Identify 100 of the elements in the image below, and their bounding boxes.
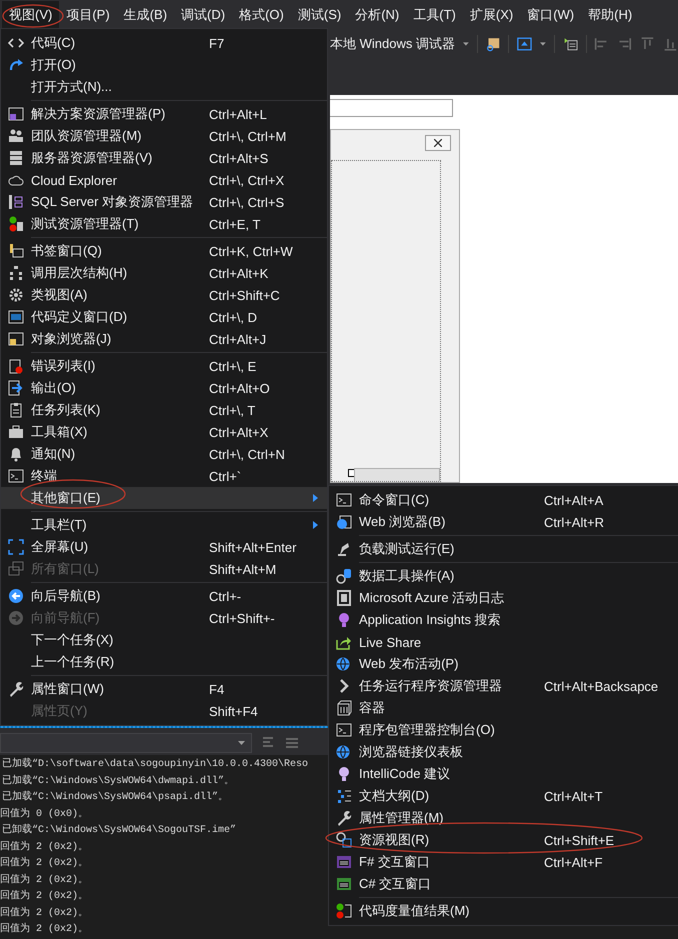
menu-item[interactable]: 代码(C) F7 — [1, 32, 327, 54]
menu-item[interactable]: 打开(O) — [1, 54, 327, 76]
menu-item[interactable]: Microsoft Azure 活动日志 — [329, 587, 678, 609]
output-line: 回值为 2 (0x2)。 — [0, 840, 88, 855]
menu-item[interactable]: 工具箱(X) Ctrl+Alt+X — [1, 421, 327, 443]
menu-bar-item[interactable]: 分析(N) — [348, 0, 406, 29]
menu-bar-item[interactable]: 工具(T) — [406, 0, 463, 29]
menu-item[interactable]: Cloud Explorer Ctrl+\, Ctrl+X — [1, 169, 327, 191]
menu-item[interactable]: 命令窗口(C) Ctrl+Alt+A — [329, 489, 678, 511]
fullscreen-icon — [8, 539, 24, 555]
wrench-icon — [336, 810, 352, 826]
output-arrow-icon — [8, 380, 24, 396]
terminal-icon — [336, 492, 352, 508]
menu-item[interactable]: IntelliCode 建议 — [329, 763, 678, 785]
redo-arrow-icon — [8, 57, 24, 73]
globe-icon — [336, 744, 352, 760]
terminal-icon — [8, 468, 24, 484]
close-button[interactable] — [425, 134, 451, 151]
annotation-ellipse — [2, 4, 64, 28]
menu-item[interactable]: F# 交互窗口 Ctrl+Alt+F — [329, 851, 678, 873]
menu-item[interactable]: Web 浏览器(B) Ctrl+Alt+R — [329, 511, 678, 533]
csharp-window-icon — [336, 876, 352, 892]
output-line: 已卸载“C:\Windows\SysWOW64\SogouTSF.ime” — [1, 823, 236, 838]
menu-item[interactable]: 打开方式(N)... — [1, 76, 327, 98]
stacked-windows-icon — [8, 561, 24, 577]
server-icon — [8, 150, 24, 166]
menu-bar-item[interactable]: 格式(O) — [232, 0, 291, 29]
menu-item[interactable]: 代码定义窗口(D) Ctrl+\, D — [1, 306, 327, 328]
folder-search-icon[interactable] — [486, 35, 500, 54]
debugger-dropdown[interactable]: 本地 Windows 调试器 — [330, 35, 455, 54]
menu-item[interactable]: 工具栏(T) — [1, 514, 327, 536]
output-line: 回值为 2 (0x2)。 — [0, 856, 88, 872]
menu-item[interactable]: 程序包管理器控制台(O) — [329, 719, 678, 741]
menu-bar-item[interactable]: 窗口(W) — [520, 0, 582, 29]
menu-item[interactable]: SQL Server 对象资源管理器 Ctrl+\, Ctrl+S — [1, 191, 327, 213]
menu-item[interactable]: Web 发布活动(P) — [329, 653, 678, 675]
menu-item[interactable]: 资源视图(R) Ctrl+Shift+E — [329, 829, 678, 851]
hierarchy-icon — [8, 265, 24, 281]
output-source-dropdown[interactable] — [0, 732, 252, 753]
menu-bar-item[interactable]: 帮助(H) — [581, 0, 640, 29]
menu-item[interactable]: 解决方案资源管理器(P) Ctrl+Alt+L — [1, 103, 327, 125]
menu-bar-item[interactable]: 调试(D) — [174, 0, 232, 29]
menu-item[interactable]: 容器 — [329, 697, 678, 719]
menu-item[interactable]: 浏览器链接仪表板 — [329, 741, 678, 763]
bulb-icon — [336, 766, 352, 782]
caret-icon[interactable] — [540, 42, 546, 46]
menu-item[interactable]: 负载测试运行(E) — [329, 538, 678, 560]
caret-icon — [238, 740, 245, 745]
menu-item[interactable]: 数据工具操作(A) — [329, 565, 678, 587]
clipboard-icon — [8, 402, 24, 418]
window-icon[interactable] — [517, 35, 532, 54]
menu-item[interactable]: 代码度量值结果(M) — [329, 900, 678, 922]
people-icon — [8, 128, 24, 144]
menu-item[interactable]: 向后导航(B) Ctrl+- — [1, 585, 327, 607]
test-icon — [8, 216, 24, 232]
menu-item[interactable]: Application Insights 搜索 — [329, 609, 678, 631]
menu-item[interactable]: 输出(O) Ctrl+Alt+O — [1, 377, 327, 399]
bell-icon — [8, 446, 24, 462]
menu-item[interactable]: 服务器资源管理器(V) Ctrl+Alt+S — [1, 147, 327, 169]
menu-bar-item[interactable]: 测试(S) — [290, 0, 348, 29]
menu-item[interactable]: 测试资源管理器(T) Ctrl+E, T — [1, 213, 327, 235]
output-line: 已加载“C:\Windows\SysWOW64\psapi.dll”。 — [1, 790, 228, 806]
menu-item[interactable]: C# 交互窗口 — [329, 873, 678, 895]
clipboard-error-icon — [8, 358, 24, 374]
menu-item[interactable]: 全屏幕(U) Shift+Alt+Enter — [1, 536, 327, 558]
menu-bar-item[interactable]: 视图(V) — [2, 0, 60, 29]
menu-item[interactable]: 类视图(A) Ctrl+Shift+C — [1, 284, 327, 306]
panel-icon — [336, 590, 352, 606]
menu-item[interactable]: 其他窗口(E) — [1, 487, 327, 509]
menu-item[interactable]: 书签窗口(Q) Ctrl+K, Ctrl+W — [1, 240, 327, 262]
code-window-icon — [8, 309, 24, 325]
resource-icon — [336, 832, 352, 848]
browser-window-icon — [8, 331, 24, 347]
menu-item[interactable]: 属性管理器(M) — [329, 807, 678, 829]
terminal-icon — [336, 722, 352, 738]
menu-item[interactable]: 上一个任务(R) — [1, 651, 327, 673]
menu-bar-item[interactable]: 扩展(X) — [462, 0, 520, 29]
metrics-icon — [336, 903, 352, 919]
menu-item[interactable]: 错误列表(I) Ctrl+\, E — [1, 355, 327, 377]
menu-item[interactable]: 任务运行程序资源管理器 Ctrl+Alt+Backsapce — [329, 675, 678, 697]
menu-item[interactable]: Live Share — [329, 631, 678, 653]
menu-item[interactable]: 团队资源管理器(M) Ctrl+\, Ctrl+M — [1, 125, 327, 147]
menu-item[interactable]: 下一个任务(X) — [1, 629, 327, 651]
outline-icon — [336, 788, 352, 804]
menu-item[interactable]: 属性窗口(W) F4 — [1, 678, 327, 700]
output-line: 回值为 2 (0x2)。 — [0, 906, 88, 921]
output-line: 回值为 2 (0x2)。 — [0, 872, 88, 888]
caret-icon[interactable] — [462, 42, 469, 46]
globe-icon — [336, 656, 352, 672]
tree-icon — [8, 194, 24, 210]
menu-item[interactable]: 文档大纲(D) Ctrl+Alt+T — [329, 785, 678, 807]
menu-item[interactable]: 对象浏览器(J) Ctrl+Alt+J — [1, 328, 327, 350]
globe-window-icon — [336, 514, 352, 530]
window-icon — [8, 106, 24, 122]
output-line: 已加载“C:\Windows\SysWOW64\dwmapi.dll”。 — [1, 774, 234, 789]
menu-bar-item[interactable]: 生成(B) — [116, 0, 174, 29]
menu-bar-item[interactable]: 项目(P) — [59, 0, 117, 29]
menu-item[interactable]: 通知(N) Ctrl+\, Ctrl+N — [1, 443, 327, 465]
menu-item[interactable]: 任务列表(K) Ctrl+\, T — [1, 399, 327, 421]
menu-item[interactable]: 调用层次结构(H) Ctrl+Alt+K — [1, 262, 327, 284]
